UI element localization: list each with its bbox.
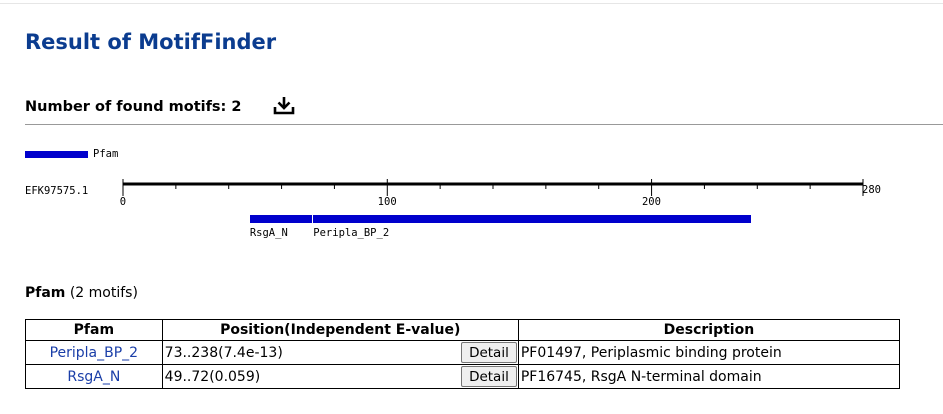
domain-bar[interactable]	[249, 215, 313, 223]
motif-count-label: Number of found motifs: 2	[25, 99, 242, 115]
domain-label: RsgA_N	[249, 227, 288, 239]
axis-tick-label: 0	[119, 196, 127, 208]
sequence-axis	[122, 179, 864, 196]
header-pfam: Pfam	[25, 319, 163, 341]
axis-tick-label: 200	[641, 196, 661, 208]
top-divider	[0, 3, 943, 4]
description-cell: PF16745, RsgA N-terminal domain	[517, 364, 901, 389]
header-description: Description	[517, 319, 901, 341]
position-cell: 49..72(0.059) Detail	[161, 364, 519, 389]
description-cell: PF01497, Periplasmic binding protein	[517, 340, 901, 365]
header-position: Position(Independent E-value)	[161, 319, 519, 341]
position-value: 49..72(0.059)	[164, 368, 261, 385]
domain-bar[interactable]	[313, 215, 751, 223]
detail-button[interactable]: Detail	[461, 366, 517, 387]
legend-label-pfam: Pfam	[93, 148, 119, 160]
table-row: RsgA_N 49..72(0.059) Detail PF16745, Rsg…	[25, 364, 901, 389]
motif-name-cell: Peripla_BP_2	[25, 340, 163, 365]
motif-table: Pfam Position(Independent E-value) Descr…	[25, 319, 901, 389]
db-heading: Pfam (2 motifs)	[25, 285, 138, 301]
download-icon[interactable]	[272, 95, 296, 117]
motif-name-cell: RsgA_N	[25, 364, 163, 389]
position-cell: 73..238(7.4e-13) Detail	[161, 340, 519, 365]
db-count: (2 motifs)	[69, 285, 138, 301]
position-value: 73..238(7.4e-13)	[164, 344, 283, 361]
page-title: Result of MotifFinder	[25, 30, 277, 54]
db-name: Pfam	[25, 285, 66, 301]
motif-link[interactable]: Peripla_BP_2	[50, 345, 139, 361]
detail-button[interactable]: Detail	[461, 342, 517, 363]
table-header-row: Pfam Position(Independent E-value) Descr…	[25, 319, 901, 341]
domain-label: Peripla_BP_2	[313, 227, 390, 239]
table-row: Peripla_BP_2 73..238(7.4e-13) Detail PF0…	[25, 340, 901, 365]
axis-tick-label: 100	[377, 196, 397, 208]
motif-link[interactable]: RsgA_N	[67, 369, 120, 385]
legend-swatch-pfam	[25, 151, 88, 158]
section-divider	[25, 124, 943, 125]
axis-tick-label: 280	[862, 184, 881, 196]
